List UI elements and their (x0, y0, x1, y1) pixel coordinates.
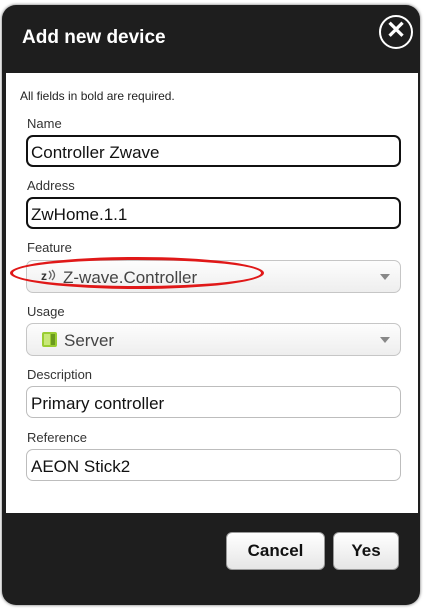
zwave-icon: z (41, 269, 63, 283)
reference-field[interactable]: AEON Stick2 (26, 449, 401, 481)
server-icon (41, 331, 58, 348)
description-label: Description (27, 367, 93, 382)
feature-value: Z-wave.Controller (63, 268, 198, 287)
close-icon[interactable]: ✕ (379, 15, 413, 49)
required-note: All fields in bold are required. (20, 89, 175, 103)
yes-button[interactable]: Yes (333, 532, 399, 570)
dialog-title: Add new device (22, 27, 166, 48)
usage-label: Usage (27, 304, 65, 319)
cancel-button[interactable]: Cancel (226, 532, 325, 570)
reference-label: Reference (27, 430, 87, 445)
usage-value: Server (64, 331, 115, 350)
feature-label: Feature (27, 240, 72, 255)
address-field[interactable]: ZwHome.1.1 (26, 197, 401, 229)
name-label: Name (27, 116, 62, 131)
address-label: Address (27, 178, 75, 193)
dialog-body: All fields in bold are required. Name Co… (6, 73, 418, 513)
feature-select[interactable]: z Z-wave.Controller (26, 260, 401, 293)
description-field[interactable]: Primary controller (26, 386, 401, 418)
chevron-down-icon (380, 274, 390, 280)
add-device-dialog: Add new device ✕ All fields in bold are … (2, 5, 420, 605)
name-field[interactable]: Controller Zwave (26, 135, 401, 167)
usage-select[interactable]: Server (26, 323, 401, 356)
chevron-down-icon (380, 337, 390, 343)
